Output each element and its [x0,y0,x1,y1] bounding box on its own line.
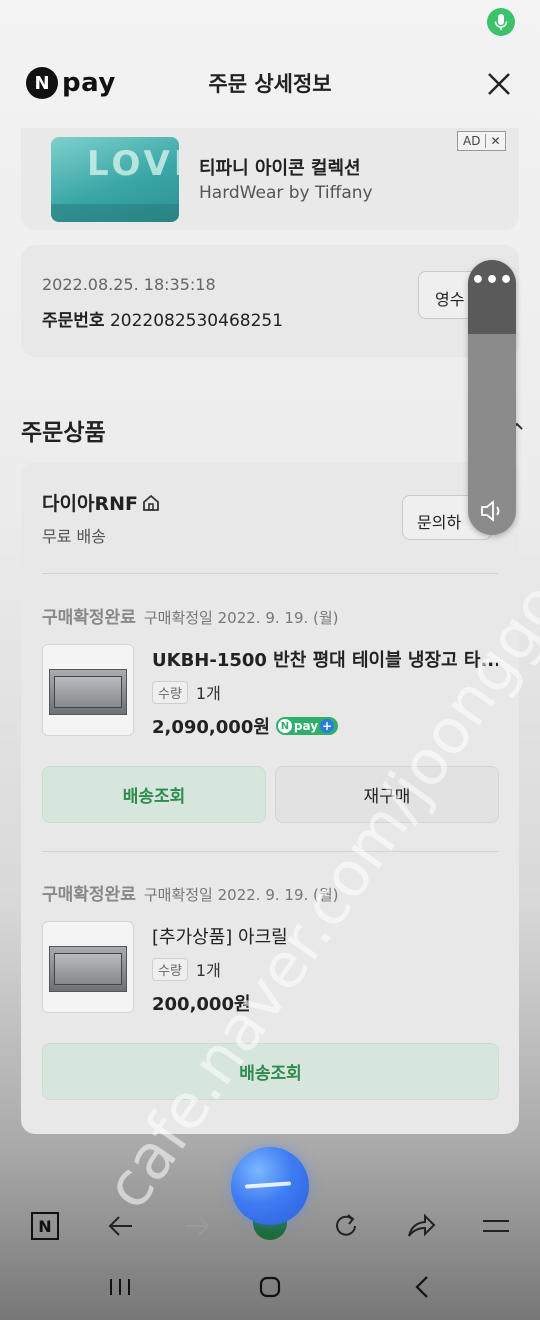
shipping-info: 무료 배송 [42,527,106,546]
track-delivery-button[interactable]: 배송조회 [42,1043,499,1100]
store-home-icon [143,494,159,511]
refrigerator-image [49,946,127,992]
ad-label: AD [463,134,481,148]
ad-thumbnail-base [51,204,179,222]
quantity-row: 수량 1개 [152,680,221,704]
naver-n-icon[interactable]: N [30,1211,60,1241]
refresh-icon[interactable] [331,1211,361,1241]
divider [42,851,498,852]
refrigerator-image [49,669,127,715]
back-arrow-icon[interactable] [106,1211,136,1241]
seller-name[interactable]: 다이아RNF [42,489,161,516]
price-row: 2,090,000원 N pay + [152,713,339,739]
npay-plus-badge: N pay + [275,717,339,735]
quantity-value: 1개 [195,961,221,980]
item-status-date: 구매확정일 2022. 9. 19. (월) [143,609,339,627]
menu-icon[interactable] [481,1211,511,1241]
back-button-icon[interactable] [402,1267,442,1307]
more-options-icon[interactable]: ••• [468,268,516,293]
quantity-row: 수량 1개 [152,957,221,981]
npay-badge-n-icon: N [277,719,292,733]
npay-badge-text: pay [293,719,319,733]
plus-icon: + [320,719,335,733]
ad-close-icon[interactable]: ✕ [485,134,504,148]
ad-thumbnail-text: LOVE [87,144,179,184]
close-icon[interactable] [485,70,513,98]
voice-assistant-icon[interactable] [231,1147,309,1225]
item-status: 구매확정완료 [42,885,136,905]
quantity-label: 수량 [152,957,188,981]
share-icon[interactable] [406,1211,436,1241]
volume-panel[interactable]: ••• [468,260,516,535]
order-number-label: 주문번호 [42,311,105,331]
recent-apps-icon[interactable] [100,1267,140,1307]
microphone-indicator-icon [487,8,515,36]
track-delivery-button[interactable]: 배송조회 [42,766,266,823]
order-number-value: 2022082530468251 [109,311,284,331]
forward-arrow-icon[interactable] [182,1211,212,1241]
home-button-icon[interactable] [250,1267,290,1307]
product-price: 2,090,000원 [152,717,270,738]
product-thumbnail[interactable] [42,644,134,736]
order-datetime: 2022.08.25. 18:35:18 [42,275,216,294]
page-title: 주문 상세정보 [208,72,332,96]
seller-name-text: 다이아RNF [42,493,138,515]
ad-subtitle: HardWear by Tiffany [199,183,373,203]
section-title-products: 주문상품 [21,420,106,446]
quantity-label: 수량 [152,680,188,704]
product-thumbnail[interactable] [42,921,134,1013]
item-status-row: 구매확정완료 구매확정일 2022. 9. 19. (월) [42,603,339,628]
divider [42,573,498,574]
ad-title[interactable]: 티파니 아이콘 컬렉션 [199,154,361,180]
quantity-value: 1개 [195,684,221,703]
speaker-icon[interactable] [478,497,506,525]
item-status: 구매확정완료 [42,608,136,628]
order-number: 주문번호 2022082530468251 [42,306,283,331]
ad-badge: AD ✕ [457,131,506,151]
product-name[interactable]: UKBH-1500 반찬 평대 테이블 냉장고 타... [152,646,498,672]
ad-thumbnail[interactable]: LOVE [51,137,179,222]
naver-n-letter: N [38,1217,51,1236]
